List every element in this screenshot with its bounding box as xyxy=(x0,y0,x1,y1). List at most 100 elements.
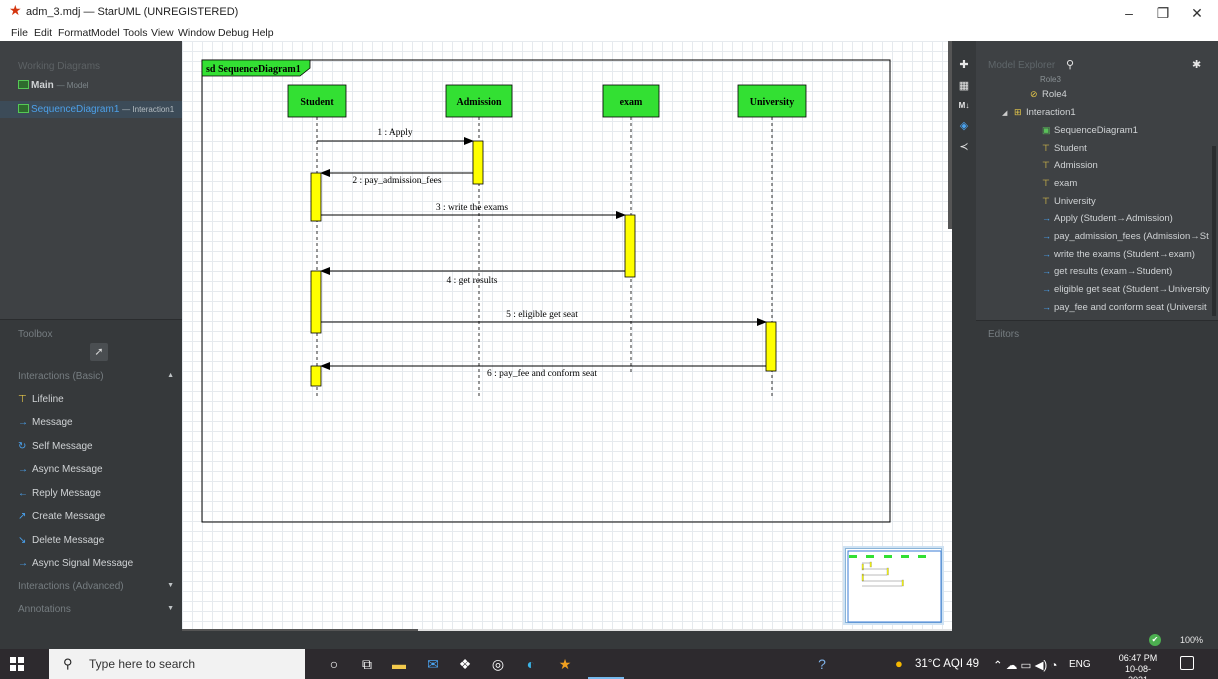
sequence-frame[interactable] xyxy=(201,59,891,523)
tree-item-msg-apply[interactable]: → Apply (Student→Admission) xyxy=(1042,213,1173,224)
model-explorer-scrollbar[interactable] xyxy=(1212,146,1216,316)
tool-async-message[interactable]: → Async Message xyxy=(18,464,103,475)
tool-async-signal-message[interactable]: → Async Signal Message xyxy=(18,558,133,569)
lifeline-university-label: University xyxy=(750,97,794,108)
annotations-section[interactable]: Annotations xyxy=(18,604,71,615)
tray-icons[interactable]: ⌃ ☁ ▭ ◀) ◔ xyxy=(993,658,1057,672)
tool-create-message[interactable]: ↗ Create Message xyxy=(18,511,105,522)
search-icon: ⚲ xyxy=(63,656,73,671)
gear-icon[interactable]: ✱ xyxy=(1192,58,1201,71)
tree-item-university[interactable]: ⊤ University xyxy=(1042,196,1096,207)
tree-item-msg-get-results[interactable]: → get results (exam→Student) xyxy=(1042,266,1172,277)
tool-message[interactable]: → Message xyxy=(18,417,73,428)
tree-item-msg-pay-fee[interactable]: → pay_fee and conform seat (Universit xyxy=(1042,302,1207,313)
share-icon[interactable]: ≺ xyxy=(957,140,971,154)
menu-format[interactable]: Format xyxy=(58,27,91,39)
navigator-icon[interactable]: ◈ xyxy=(957,119,971,133)
search-icon[interactable]: ⚲ xyxy=(1066,58,1074,71)
tree-item-interaction1[interactable]: ◢ ⊞ Interaction1 xyxy=(1002,107,1076,118)
tree-item-msg-pay-admission[interactable]: → pay_admission_fees (Admission→St xyxy=(1042,231,1209,242)
expand-down-icon[interactable]: ▼ xyxy=(167,582,174,589)
tool-lifeline[interactable]: ⊤ Lifeline xyxy=(18,394,64,405)
toolbox-panel: Toolbox ➚ Interactions (Basic) ▲ ⊤ Lifeli… xyxy=(0,320,182,631)
menu-edit[interactable]: Edit xyxy=(34,27,52,39)
staruml-logo-icon: ★ xyxy=(9,2,22,18)
taskbar-search-box[interactable]: ⚲ Type here to search xyxy=(49,649,305,679)
select-tool-button[interactable]: ➚ xyxy=(90,343,108,361)
self-message-icon: ↻ xyxy=(18,441,27,452)
staruml-taskbar-icon[interactable]: ★ xyxy=(556,655,574,673)
menu-view[interactable]: View xyxy=(151,27,174,39)
menu-model[interactable]: Model xyxy=(91,27,120,39)
tree-item-msg-write-exams-label: write the exams (Student→exam) xyxy=(1054,249,1195,260)
activation-university[interactable] xyxy=(765,321,777,372)
menu-file[interactable]: File xyxy=(11,27,28,39)
toolbox-toggle-icon[interactable]: ▦ xyxy=(957,79,971,93)
async-signal-icon: → xyxy=(18,558,28,569)
minimize-button[interactable]: – xyxy=(1119,6,1139,20)
language-indicator[interactable]: ENG xyxy=(1069,659,1091,670)
interactions-basic-section[interactable]: Interactions (Basic) xyxy=(18,371,104,382)
working-diagram-sequence-label: SequenceDiagram1 xyxy=(31,104,120,115)
maximize-button[interactable]: ❐ xyxy=(1153,6,1173,20)
working-diagram-main[interactable]: Main — Model xyxy=(18,80,89,91)
tool-self-message[interactable]: ↻ Self Message xyxy=(18,441,93,452)
activation-student-2[interactable] xyxy=(310,270,322,334)
diagram-canvas[interactable]: sd SequenceDiagram1 Student Admission ex… xyxy=(182,41,952,631)
diagram-minimap[interactable] xyxy=(845,548,942,623)
tree-item-msg-pay-fee-label: pay_fee and conform seat (Universit xyxy=(1054,302,1207,313)
help-icon[interactable]: ? xyxy=(813,655,831,673)
tree-item-role4[interactable]: ⊘ Role4 xyxy=(1030,89,1067,100)
menu-help[interactable]: Help xyxy=(252,27,274,39)
tree-item-msg-write-exams[interactable]: → write the exams (Student→exam) xyxy=(1042,249,1195,260)
activation-student-3[interactable] xyxy=(310,365,322,387)
validation-ok-icon[interactable]: ✔ xyxy=(1149,634,1161,646)
expand-down-icon[interactable]: ▼ xyxy=(167,605,174,612)
close-button[interactable]: ✕ xyxy=(1187,6,1207,20)
notification-icon[interactable] xyxy=(1180,656,1194,670)
left-panel: Working Diagrams Main — Model SequenceDi… xyxy=(0,41,182,631)
obs-icon[interactable]: ◎ xyxy=(489,655,507,673)
tree-item-student[interactable]: ⊤ Student xyxy=(1042,143,1087,154)
system-clock[interactable]: 06:47 PM 10-08-2021 xyxy=(1116,653,1160,679)
extensions-puzzle-icon[interactable]: ✚ xyxy=(957,58,971,72)
tree-item-university-label: University xyxy=(1054,196,1096,207)
lifeline-exam-label: exam xyxy=(620,97,643,108)
weather-text[interactable]: 31°C AQI 49 xyxy=(915,658,979,670)
lifeline-admission-label: Admission xyxy=(456,97,501,108)
tree-item-sequence-diagram[interactable]: ▣ SequenceDiagram1 xyxy=(1042,125,1138,136)
markdown-icon[interactable]: M↓ xyxy=(957,99,971,113)
tool-reply-message[interactable]: ← Reply Message xyxy=(18,488,101,499)
interactions-advanced-section[interactable]: Interactions (Advanced) xyxy=(18,581,124,592)
tree-item-admission[interactable]: ⊤ Admission xyxy=(1042,160,1098,171)
activation-student-1[interactable] xyxy=(310,172,322,222)
tool-delete-message[interactable]: ↘ Delete Message xyxy=(18,535,104,546)
zoom-level[interactable]: 100% xyxy=(1180,635,1203,645)
dropbox-icon[interactable]: ❖ xyxy=(456,655,474,673)
menu-debug[interactable]: Debug xyxy=(218,27,249,39)
message-arrow-icon: → xyxy=(1042,231,1051,241)
collapse-up-icon[interactable]: ▲ xyxy=(167,372,174,379)
delete-message-icon: ↘ xyxy=(18,535,27,546)
tool-self-message-label: Self Message xyxy=(32,441,93,452)
cortana-icon[interactable]: ○ xyxy=(325,655,343,673)
tree-item-msg-pay-admission-label: pay_admission_fees (Admission→St xyxy=(1054,231,1209,242)
menu-tools[interactable]: Tools xyxy=(123,27,148,39)
activation-admission[interactable] xyxy=(472,140,484,185)
activation-exam[interactable] xyxy=(624,214,636,278)
weather-icon[interactable]: ● xyxy=(895,656,903,671)
windows-start-icon[interactable] xyxy=(10,657,24,671)
tree-item-role3[interactable]: Role3 xyxy=(1040,75,1061,84)
expand-triangle-icon[interactable]: ◢ xyxy=(1002,109,1014,117)
tree-item-exam[interactable]: ⊤ exam xyxy=(1042,178,1077,189)
pointer-cursor-icon: ➚ xyxy=(94,346,104,358)
editors-panel: Editors xyxy=(976,321,1218,631)
title-bar: ★ adm_3.mdj — StarUML (UNREGISTERED) – ❐… xyxy=(0,0,1218,25)
menu-window[interactable]: Window xyxy=(178,27,215,39)
task-view-icon[interactable]: ⧉ xyxy=(358,655,376,673)
file-explorer-icon[interactable]: ▬ xyxy=(390,655,408,673)
mail-icon[interactable]: ✉ xyxy=(424,655,442,673)
edge-browser-icon[interactable]: ◐ xyxy=(522,655,540,673)
tree-item-msg-eligible[interactable]: → eligible get seat (Student→University xyxy=(1042,284,1210,295)
working-diagram-sequence[interactable]: SequenceDiagram1 — Interaction1 xyxy=(0,101,182,118)
